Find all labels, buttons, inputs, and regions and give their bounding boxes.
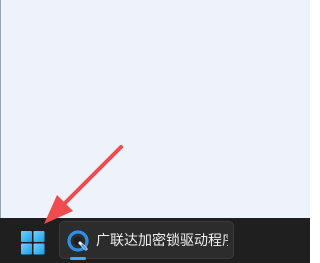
taskbar-app-button[interactable]: 广联达加密锁驱动程序: [59, 221, 234, 259]
active-app-indicator: [70, 257, 86, 260]
taskbar-app-label: 广联达加密锁驱动程序: [96, 233, 228, 249]
start-button[interactable]: [17, 226, 49, 258]
desktop-background: [0, 0, 310, 218]
windows-logo-icon: [21, 231, 45, 255]
glodon-lock-driver-icon: [67, 230, 89, 252]
taskbar: 广联达加密锁驱动程序: [0, 218, 310, 263]
